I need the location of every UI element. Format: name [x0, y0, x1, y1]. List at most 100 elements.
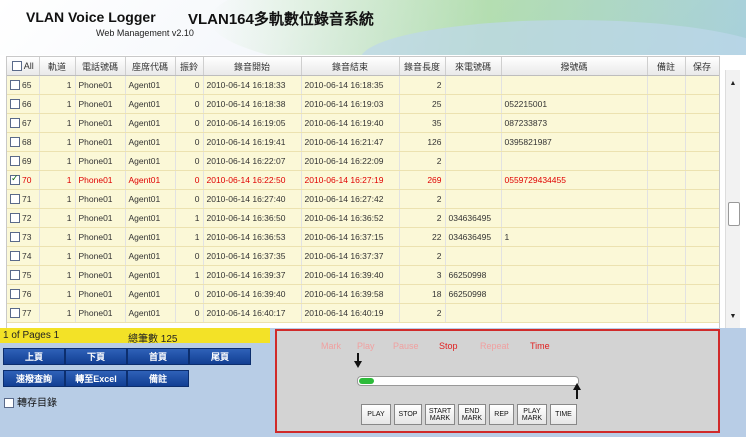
start-mark-button[interactable]: START MARK — [425, 404, 455, 425]
row-checkbox[interactable] — [10, 213, 20, 224]
col-end[interactable]: 錄音結束 — [301, 57, 400, 76]
table-row[interactable]: 66 1 Phone01 Agent01 0 2010-06-14 16:18:38 201… — [7, 94, 719, 114]
play-button[interactable]: PLAY — [361, 404, 391, 425]
col-length[interactable]: 錄音長度 — [399, 57, 446, 76]
select-all-checkbox[interactable] — [11, 61, 22, 72]
player-label-repeat: Repeat — [480, 341, 510, 351]
table-row[interactable]: 73 1 Phone01 Agent01 1 2010-06-14 16:36:53 201… — [7, 227, 719, 247]
table-row[interactable]: 72 1 Phone01 Agent01 1 2010-06-14 16:36:50 201… — [7, 208, 719, 228]
row-select-cell[interactable]: 74 — [7, 246, 40, 266]
row-select-cell[interactable]: 69 — [7, 151, 40, 171]
cell-phone: Phone01 — [75, 132, 126, 152]
row-select-cell[interactable]: 76 — [7, 284, 40, 304]
cell-note — [647, 208, 686, 228]
table-row[interactable]: 69 1 Phone01 Agent01 0 2010-06-14 16:22:07 201… — [7, 151, 719, 171]
cell-caller — [445, 94, 502, 114]
next-page-button[interactable]: 下頁 — [65, 348, 127, 365]
row-select-cell[interactable]: 77 — [7, 303, 40, 323]
cell-length: 2 — [399, 246, 446, 266]
last-page-button[interactable]: 尾頁 — [189, 348, 251, 365]
col-start[interactable]: 錄音開始 — [203, 57, 302, 76]
table-row[interactable]: 74 1 Phone01 Agent01 0 2010-06-14 16:37:35 201… — [7, 246, 719, 266]
cell-track: 1 — [39, 303, 76, 323]
row-select-cell[interactable]: 66 — [7, 94, 40, 114]
first-page-button[interactable]: 首頁 — [127, 348, 189, 365]
select-all-header[interactable]: All — [7, 57, 40, 76]
row-checkbox[interactable] — [10, 308, 20, 319]
table-row[interactable]: 76 1 Phone01 Agent01 0 2010-06-14 16:39:40 201… — [7, 284, 719, 304]
table-row[interactable]: 65 1 Phone01 Agent01 0 2010-06-14 16:18:33 201… — [7, 75, 719, 95]
table-scrollbar[interactable]: ▲ ▼ — [725, 70, 740, 328]
query-button[interactable]: 速撥查詢 — [3, 370, 65, 387]
row-checkbox[interactable] — [10, 270, 20, 281]
repeat-button[interactable]: REP — [489, 404, 514, 425]
col-agent[interactable]: 座席代碼 — [125, 57, 176, 76]
table-row[interactable]: 71 1 Phone01 Agent01 0 2010-06-14 16:27:40 201… — [7, 189, 719, 209]
cell-save — [685, 189, 719, 209]
cell-start: 2010-06-14 16:27:40 — [203, 189, 302, 209]
row-select-cell[interactable]: 72 — [7, 208, 40, 228]
row-checkbox[interactable] — [10, 137, 20, 148]
col-dialed[interactable]: 撥號碼 — [501, 57, 648, 76]
start-marker-icon[interactable] — [354, 361, 362, 368]
scroll-up-icon[interactable]: ▲ — [728, 79, 738, 89]
cell-ring: 0 — [175, 132, 204, 152]
cell-ring: 1 — [175, 265, 204, 285]
prev-page-button[interactable]: 上頁 — [3, 348, 65, 365]
cell-caller — [445, 303, 502, 323]
cell-length: 126 — [399, 132, 446, 152]
row-select-cell[interactable]: 67 — [7, 113, 40, 133]
table-row[interactable]: 70 1Phone01Agent0102010-06-14 16:22:50201… — [7, 170, 719, 190]
row-select-cell[interactable]: 70 — [7, 170, 40, 190]
row-checkbox[interactable] — [10, 289, 20, 300]
playback-track[interactable] — [357, 376, 579, 386]
table-row[interactable]: 67 1 Phone01 Agent01 0 2010-06-14 16:19:05 201… — [7, 113, 719, 133]
cell-save — [685, 265, 719, 285]
col-note[interactable]: 備註 — [647, 57, 686, 76]
table-row[interactable]: 68 1 Phone01 Agent01 0 2010-06-14 16:19:41 201… — [7, 132, 719, 152]
row-select-cell[interactable]: 75 — [7, 265, 40, 285]
brand-title: VLAN Voice Logger — [26, 9, 156, 25]
cell-track: 1 — [39, 94, 76, 114]
stop-button[interactable]: STOP — [394, 404, 422, 425]
row-checkbox[interactable] — [10, 156, 20, 167]
scroll-down-icon[interactable]: ▼ — [728, 312, 738, 322]
time-button[interactable]: TIME — [550, 404, 577, 425]
scroll-thumb[interactable] — [728, 202, 740, 226]
table-row[interactable]: 77 1 Phone01 Agent01 0 2010-06-14 16:40:17 201… — [7, 303, 719, 323]
cell-start: 2010-06-14 16:40:17 — [203, 303, 302, 323]
cell-end: 2010-06-14 16:19:40 — [301, 113, 400, 133]
cell-ring: 1 — [175, 208, 204, 228]
play-mark-button[interactable]: PLAY MARK — [517, 404, 547, 425]
col-caller[interactable]: 來電號碼 — [445, 57, 502, 76]
save-dir-checkbox[interactable] — [4, 398, 14, 409]
player-label-play: Play — [357, 341, 375, 351]
row-checkbox[interactable] — [10, 251, 20, 262]
row-select-cell[interactable]: 73 — [7, 227, 40, 247]
row-checkbox[interactable] — [10, 80, 20, 91]
row-select-cell[interactable]: 71 — [7, 189, 40, 209]
row-checkbox[interactable] — [10, 232, 20, 243]
row-checkbox[interactable] — [10, 118, 20, 129]
brand-subtitle: Web Management v2.10 — [96, 28, 194, 38]
col-phone[interactable]: 電話號碼 — [75, 57, 126, 76]
col-save[interactable]: 保存 — [685, 57, 719, 76]
col-track[interactable]: 軌道 — [39, 57, 76, 76]
end-mark-button[interactable]: END MARK — [458, 404, 486, 425]
cell-note — [647, 246, 686, 266]
cell-agent: Agent01 — [125, 246, 176, 266]
table-row[interactable]: 75 1 Phone01 Agent01 1 2010-06-14 16:39:37 201… — [7, 265, 719, 285]
note-button[interactable]: 備註 — [127, 370, 189, 387]
row-checkbox[interactable] — [10, 194, 20, 205]
row-checkbox[interactable] — [10, 99, 20, 110]
cell-dialed — [501, 151, 648, 171]
row-select-cell[interactable]: 65 — [7, 75, 40, 95]
col-ring[interactable]: 振鈴 — [175, 57, 204, 76]
row-select-cell[interactable]: 68 — [7, 132, 40, 152]
export-excel-button[interactable]: 轉至Excel — [65, 370, 127, 387]
save-dir-option[interactable]: 轉存目錄 — [4, 394, 57, 409]
player-label-pause: Pause — [393, 341, 419, 351]
row-checkbox[interactable] — [10, 173, 20, 186]
cell-dialed — [501, 189, 648, 209]
cell-phone: Phone01 — [75, 208, 126, 228]
